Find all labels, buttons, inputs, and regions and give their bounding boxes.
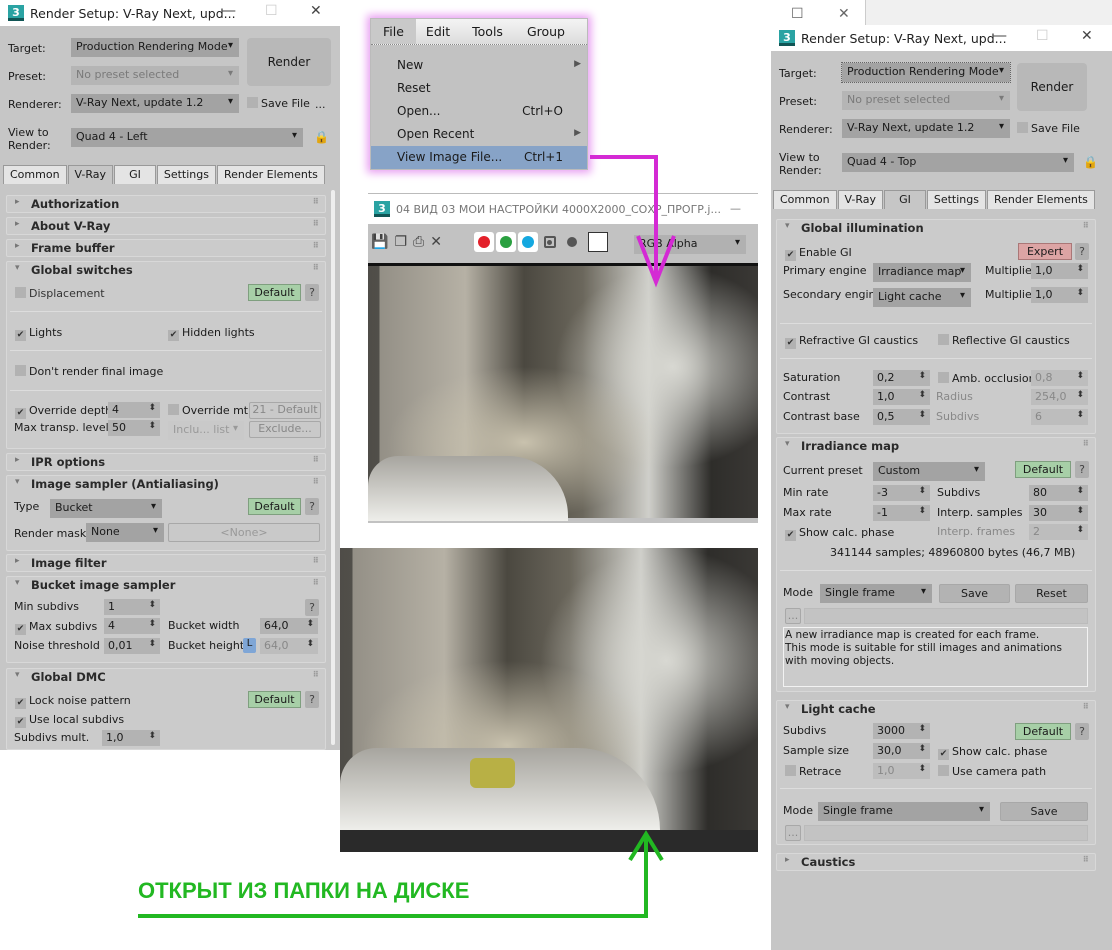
annotation-arrows [138, 155, 676, 918]
magenta-arrow [590, 155, 676, 288]
caption-text: ОТКРЫТ ИЗ ПАПКИ НА ДИСКЕ [138, 878, 470, 903]
